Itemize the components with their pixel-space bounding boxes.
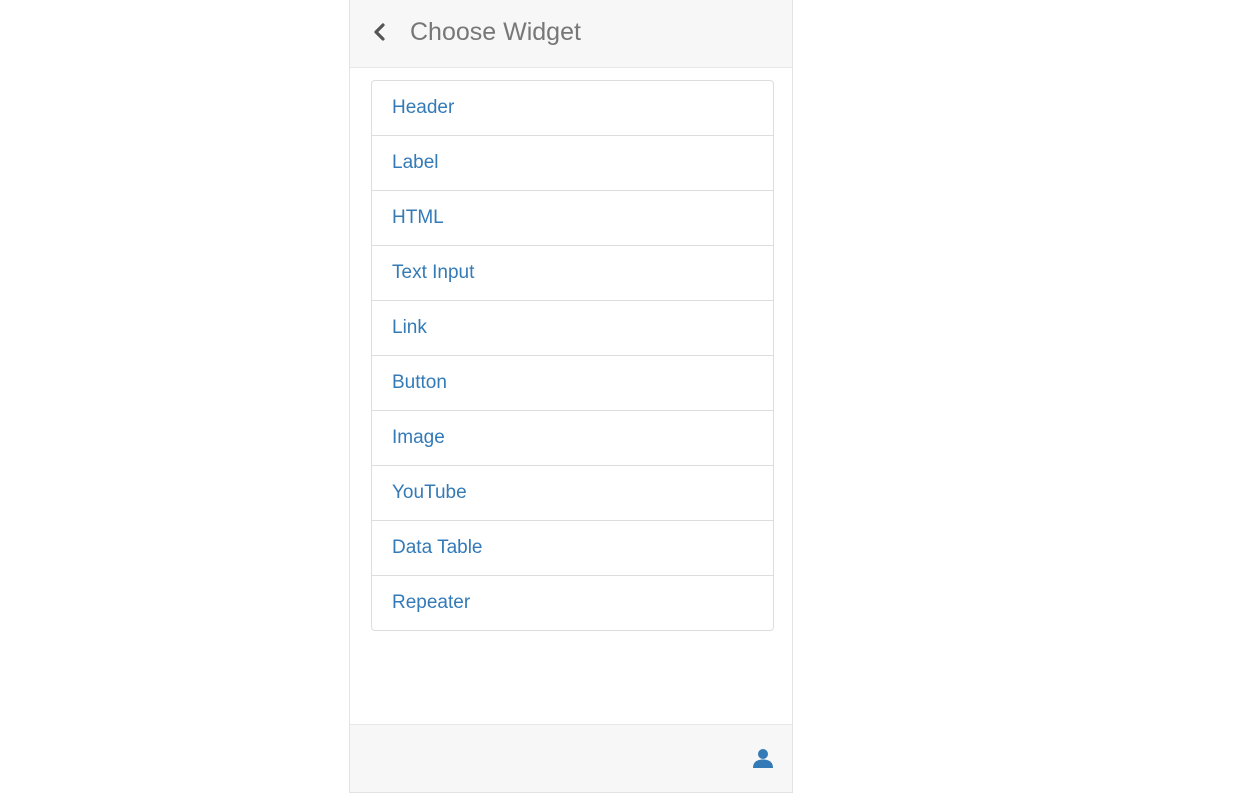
widget-item-image[interactable]: Image xyxy=(372,411,773,466)
widget-item-label: Label xyxy=(392,152,439,173)
chevron-left-icon xyxy=(374,23,385,41)
widget-item-text-input[interactable]: Text Input xyxy=(372,246,773,301)
widget-item-html[interactable]: HTML xyxy=(372,191,773,246)
widget-item-label: Image xyxy=(392,427,445,448)
widget-item-label[interactable]: Label xyxy=(372,136,773,191)
widget-item-label: Link xyxy=(392,317,427,338)
user-button[interactable] xyxy=(750,745,776,771)
widget-item-label: Data Table xyxy=(392,537,483,558)
widget-chooser-panel: Choose Widget Header Label HTML Text Inp… xyxy=(349,0,793,793)
widget-item-button[interactable]: Button xyxy=(372,356,773,411)
page-title: Choose Widget xyxy=(410,18,581,46)
widget-item-label: Repeater xyxy=(392,592,471,613)
widget-item-label: YouTube xyxy=(392,482,467,503)
widget-item-label: Button xyxy=(392,372,447,393)
widget-item-link[interactable]: Link xyxy=(372,301,773,356)
user-icon xyxy=(753,749,773,768)
widget-list: Header Label HTML Text Input Link Button… xyxy=(371,80,774,631)
widget-item-youtube[interactable]: YouTube xyxy=(372,466,773,521)
panel-footer xyxy=(350,724,792,792)
widget-item-label: HTML xyxy=(392,207,444,228)
widget-item-label: Header xyxy=(392,97,455,118)
widget-item-repeater[interactable]: Repeater xyxy=(372,576,773,630)
back-button[interactable] xyxy=(368,19,392,45)
widget-item-header[interactable]: Header xyxy=(372,81,773,136)
panel-header: Choose Widget xyxy=(350,0,792,68)
widget-item-label: Text Input xyxy=(392,262,475,283)
widget-item-data-table[interactable]: Data Table xyxy=(372,521,773,576)
